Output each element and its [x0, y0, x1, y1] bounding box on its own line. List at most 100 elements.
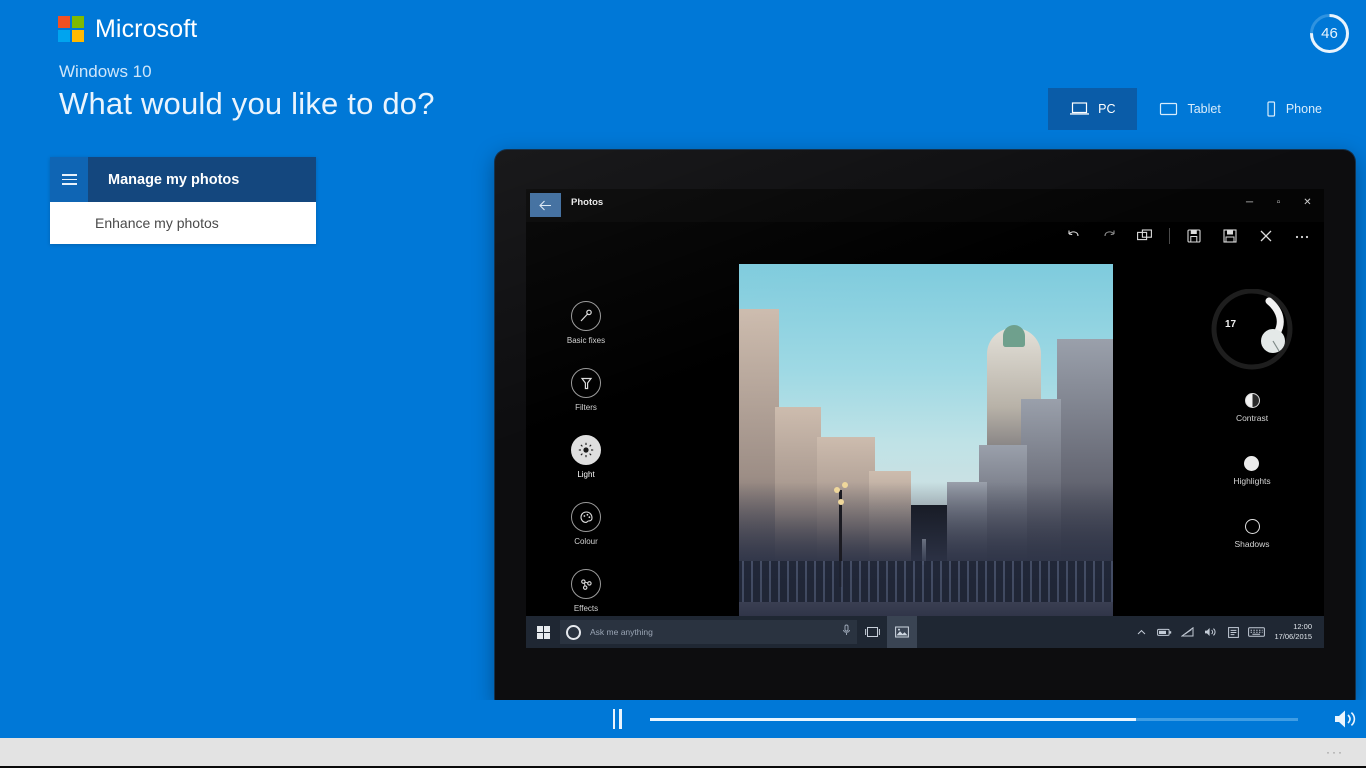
page-root: Microsoft Windows 10 What would you like… — [0, 0, 1366, 768]
tablet-icon — [1159, 102, 1178, 116]
command-bar-divider — [1169, 228, 1170, 244]
tool-basic-fixes[interactable]: Basic fixes — [567, 301, 605, 345]
close-window-icon[interactable]: ✕ — [1293, 189, 1322, 215]
palette-icon — [571, 502, 601, 532]
magic-wand-icon — [571, 301, 601, 331]
search-placeholder: Ask me anything — [590, 627, 842, 637]
volume-icon[interactable] — [1199, 616, 1222, 648]
keyboard-icon[interactable] — [1245, 616, 1268, 648]
microsoft-logo[interactable]: Microsoft — [58, 16, 197, 42]
clock-date: 17/06/2015 — [1274, 632, 1312, 642]
system-tray: 12:00 17/06/2015 — [1130, 616, 1324, 648]
taskbar-clock[interactable]: 12:00 17/06/2015 — [1268, 622, 1320, 642]
device-tab-phone[interactable]: Phone — [1243, 88, 1344, 130]
photo-tower-dome — [1003, 325, 1025, 347]
adjust-shadows-label: Shadows — [1235, 539, 1270, 549]
laptop-screen: Photos ─ ▫ ✕ — [526, 189, 1324, 648]
minimize-icon[interactable]: ─ — [1235, 189, 1264, 215]
save-a-copy-icon[interactable] — [1176, 221, 1212, 251]
cortana-circle-icon — [566, 625, 581, 640]
status-bar: ··· — [0, 738, 1366, 768]
counter-value: 46 — [1307, 11, 1352, 56]
save-icon[interactable] — [1212, 221, 1248, 251]
tool-basic-fixes-label: Basic fixes — [567, 336, 605, 345]
photos-app-titlebar: Photos ─ ▫ ✕ — [526, 189, 1324, 222]
photo-lamp-globe-b — [842, 482, 848, 488]
adjust-shadows[interactable]: Shadows — [1235, 519, 1270, 549]
photo-canvas[interactable] — [739, 264, 1113, 640]
photos-app-name: Photos — [571, 197, 603, 208]
radial-dial-icon — [1197, 289, 1307, 399]
photo-lamp-globe-c — [838, 499, 844, 505]
back-arrow-icon[interactable] — [530, 193, 561, 217]
wifi-icon[interactable] — [1176, 616, 1199, 648]
menu-item-enhance-my-photos[interactable]: Enhance my photos — [50, 202, 316, 244]
adjust-highlights-label: Highlights — [1233, 476, 1270, 486]
laptop-icon — [1070, 102, 1089, 116]
contrast-value: 17 — [1225, 319, 1236, 330]
photos-app-icon[interactable] — [887, 616, 917, 648]
highlights-icon — [1244, 456, 1259, 471]
photos-tool-rail: Basic fixes Filters — [548, 301, 624, 613]
logo-square-blue — [58, 30, 70, 42]
windows-taskbar: Ask me anything — [526, 616, 1324, 648]
logo-square-yellow — [72, 30, 84, 42]
more-options-icon[interactable] — [1284, 221, 1320, 251]
action-center-icon[interactable] — [1222, 616, 1245, 648]
adjust-highlights[interactable]: Highlights — [1233, 456, 1270, 486]
microphone-icon[interactable] — [842, 623, 851, 641]
phone-icon — [1265, 101, 1277, 117]
device-selector: PC Tablet Phone — [1048, 88, 1344, 130]
product-name: Windows 10 — [59, 62, 152, 82]
menu-item-label: Enhance my photos — [95, 215, 219, 231]
contrast-radial-slider[interactable]: 17 — [1197, 289, 1307, 399]
volume-up-icon[interactable] — [1326, 708, 1366, 730]
photos-command-bar — [1055, 221, 1320, 251]
progress-track[interactable] — [650, 718, 1298, 721]
tool-filters[interactable]: Filters — [571, 368, 601, 412]
device-tab-pc-label: PC — [1098, 102, 1115, 116]
microsoft-wordmark: Microsoft — [95, 17, 197, 42]
photos-adjust-panel: 17 Contrast Highlights Shadows — [1196, 289, 1308, 549]
task-menu-title: Manage my photos — [88, 157, 316, 202]
logo-square-red — [58, 16, 70, 28]
device-tab-tablet[interactable]: Tablet — [1137, 88, 1242, 130]
hamburger-menu-icon[interactable] — [50, 157, 88, 202]
photo-crowd — [739, 561, 1113, 602]
pause-icon[interactable] — [602, 709, 632, 729]
task-view-icon[interactable] — [857, 616, 887, 648]
tool-light[interactable]: Light — [571, 435, 601, 479]
video-player-controls — [0, 700, 1366, 738]
brightness-icon — [571, 435, 601, 465]
window-controls: ─ ▫ ✕ — [1235, 189, 1322, 215]
tool-colour-label: Colour — [574, 537, 598, 546]
tool-filters-label: Filters — [575, 403, 597, 412]
maximize-icon[interactable]: ▫ — [1264, 189, 1293, 215]
undo-icon[interactable] — [1055, 221, 1091, 251]
device-tab-pc[interactable]: PC — [1048, 88, 1137, 130]
tool-effects[interactable]: Effects — [571, 569, 601, 613]
device-tab-phone-label: Phone — [1286, 102, 1322, 116]
battery-icon[interactable] — [1153, 616, 1176, 648]
chevron-up-icon[interactable] — [1130, 616, 1153, 648]
effects-icon — [571, 569, 601, 599]
redo-icon[interactable] — [1091, 221, 1127, 251]
search-input[interactable]: Ask me anything — [560, 620, 857, 644]
shadows-icon — [1245, 519, 1260, 534]
status-bar-dots: ··· — [1326, 745, 1366, 759]
tool-effects-label: Effects — [574, 604, 598, 613]
laptop-device-frame: Photos ─ ▫ ✕ — [495, 150, 1355, 702]
progress-counter[interactable]: 46 — [1307, 11, 1352, 56]
adjust-contrast-label: Contrast — [1236, 413, 1268, 423]
tool-light-label: Light — [577, 470, 594, 479]
logo-square-green — [72, 16, 84, 28]
cancel-icon[interactable] — [1248, 221, 1284, 251]
microsoft-squares-logo-icon — [58, 16, 84, 42]
windows-start-icon[interactable] — [526, 616, 560, 648]
tool-colour[interactable]: Colour — [571, 502, 601, 546]
task-menu: Manage my photos Enhance my photos — [50, 157, 316, 244]
compare-icon[interactable] — [1127, 221, 1163, 251]
task-menu-header: Manage my photos — [50, 157, 316, 202]
device-tab-tablet-label: Tablet — [1187, 102, 1220, 116]
page-title: What would you like to do? — [59, 86, 435, 122]
